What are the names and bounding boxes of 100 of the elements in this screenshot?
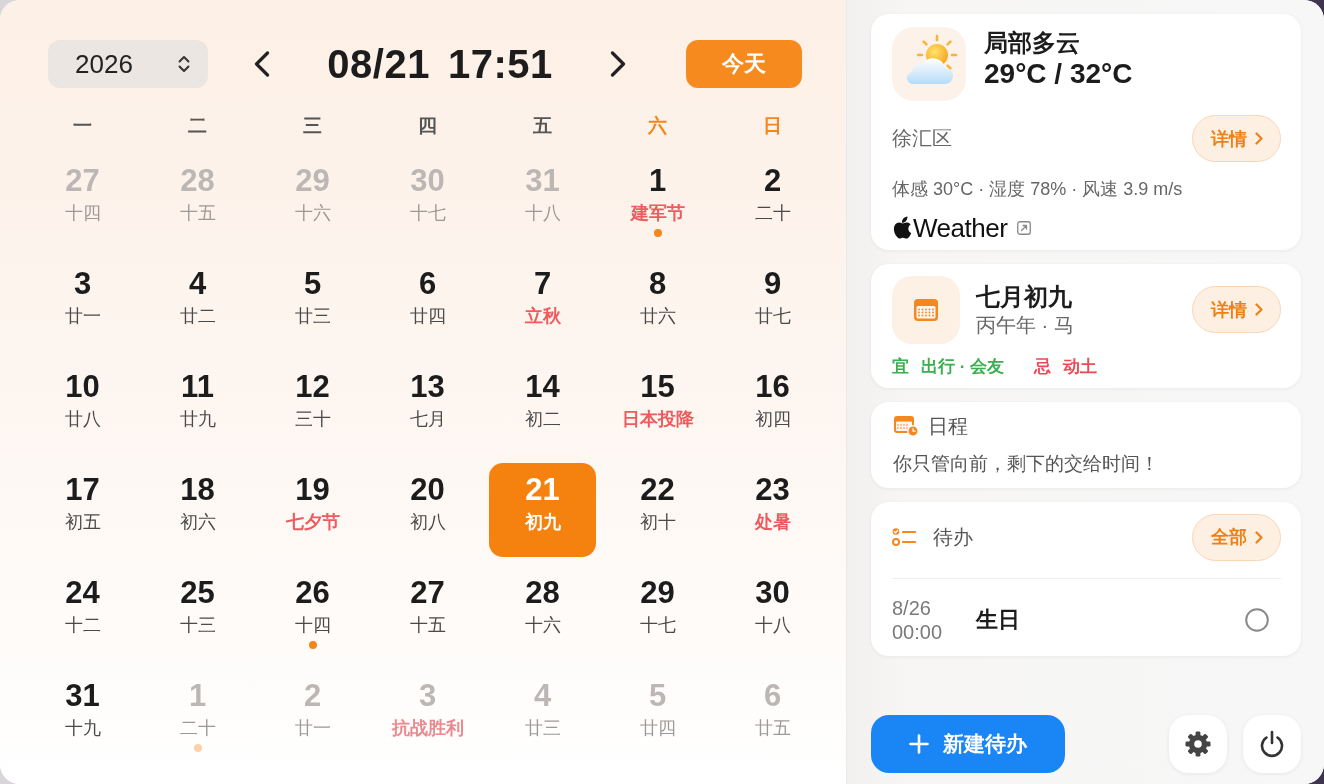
- day-cell[interactable]: 3 廿一: [29, 257, 136, 351]
- lunar-date: 十四: [294, 614, 331, 636]
- day-number: 1: [188, 679, 207, 713]
- new-todo-button[interactable]: 新建待办: [871, 715, 1065, 773]
- lunar-date: 十五: [179, 202, 216, 224]
- lunar-date-title: 七月初九: [976, 282, 1073, 312]
- weather-condition: 局部多云: [984, 28, 1081, 58]
- lunar-date: 廿七: [754, 305, 791, 327]
- lunar-date: 初六: [179, 511, 216, 533]
- day-cell[interactable]: 15 日本投降: [604, 360, 711, 454]
- current-date: 08/21: [327, 41, 430, 87]
- day-cell[interactable]: 31 十九: [29, 669, 136, 763]
- day-number: 23: [755, 473, 790, 507]
- weather-source-link[interactable]: Weather: [913, 212, 1008, 244]
- day-number: 30: [755, 576, 790, 610]
- lunar-year: 丙午年 · 马: [976, 313, 1075, 338]
- lunar-date: 十六: [524, 614, 561, 636]
- day-cell[interactable]: 22 初十: [604, 463, 711, 557]
- day-cell[interactable]: 20 初八: [374, 463, 481, 557]
- schedule-text: 你只管向前，剩下的交给时间！: [893, 452, 1160, 476]
- lunar-date: 初五: [64, 511, 101, 533]
- day-number: 25: [180, 576, 215, 610]
- day-cell[interactable]: 25 十三: [144, 566, 251, 660]
- day-number: 2: [303, 679, 322, 713]
- day-number: 21: [525, 473, 560, 507]
- plus-icon: [909, 734, 929, 754]
- day-cell[interactable]: 5 廿三: [259, 257, 366, 351]
- day-number: 7: [533, 267, 552, 301]
- day-cell[interactable]: 7 立秋: [489, 257, 596, 351]
- weekday-label: 日: [763, 114, 782, 138]
- day-number: 6: [418, 267, 437, 301]
- day-cell[interactable]: 30 十八: [719, 566, 826, 660]
- day-number: 28: [180, 164, 215, 198]
- day-cell[interactable]: 24 十二: [29, 566, 136, 660]
- sun-cloud-icon: [892, 27, 966, 101]
- day-cell[interactable]: 23 处暑: [719, 463, 826, 557]
- day-cell[interactable]: 17 初五: [29, 463, 136, 557]
- bad-label: 忌: [1034, 356, 1052, 378]
- day-cell[interactable]: 13 七月: [374, 360, 481, 454]
- power-button[interactable]: [1243, 715, 1301, 773]
- day-cell[interactable]: 2 二十: [719, 154, 826, 248]
- lunar-date: 廿八: [64, 408, 101, 430]
- lunar-date: 初四: [754, 408, 791, 430]
- apple-icon: [892, 216, 912, 240]
- day-number: 4: [533, 679, 552, 713]
- day-number: 31: [525, 164, 560, 198]
- day-cell[interactable]: 11 廿九: [144, 360, 251, 454]
- day-cell[interactable]: 8 廿六: [604, 257, 711, 351]
- day-cell[interactable]: 14 初二: [489, 360, 596, 454]
- district-label: 徐汇区: [892, 126, 952, 151]
- year-select[interactable]: 2026: [48, 40, 208, 88]
- day-cell[interactable]: 16 初四: [719, 360, 826, 454]
- lunar-date: 十六: [294, 202, 331, 224]
- weekday-label: 一: [73, 114, 92, 138]
- todo-title: 待办: [933, 524, 974, 550]
- lunar-date: 初八: [409, 511, 446, 533]
- day-number: 30: [410, 164, 445, 198]
- lunar-date: 廿六: [639, 305, 676, 327]
- lunar-date: 十九: [64, 717, 101, 739]
- lunar-date: 七夕节: [285, 511, 340, 533]
- lunar-date: 廿五: [754, 717, 791, 739]
- lunar-date: 抗战胜利: [391, 717, 464, 739]
- day-cell[interactable]: 1 建军节: [604, 154, 711, 248]
- day-cell[interactable]: 10 廿八: [29, 360, 136, 454]
- day-cell[interactable]: 27 十五: [374, 566, 481, 660]
- day-cell[interactable]: 9 廿七: [719, 257, 826, 351]
- complete-checkbox[interactable]: [1245, 608, 1269, 632]
- day-cell[interactable]: 26 十四: [259, 566, 366, 660]
- weekday-label: 三: [303, 114, 322, 138]
- bad-activities: 动土: [1063, 356, 1098, 378]
- day-number: 9: [763, 267, 782, 301]
- lunar-date: 初二: [524, 408, 561, 430]
- day-cell[interactable]: 18 初六: [144, 463, 251, 557]
- schedule-title: 日程: [928, 413, 968, 439]
- day-cell[interactable]: 6 廿四: [374, 257, 481, 351]
- settings-button[interactable]: [1169, 715, 1227, 773]
- day-cell[interactable]: 12 三十: [259, 360, 366, 454]
- day-number: 4: [188, 267, 207, 301]
- day-cell[interactable]: 19 七夕节: [259, 463, 366, 557]
- chevron-right-icon: [610, 51, 626, 77]
- day-number: 11: [181, 370, 214, 404]
- chevron-right-icon: [1254, 303, 1263, 316]
- day-cell[interactable]: 29 十七: [604, 566, 711, 660]
- chevron-updown-icon: [178, 55, 190, 73]
- day-number: 22: [640, 473, 675, 507]
- day-number: 28: [525, 576, 560, 610]
- day-cell[interactable]: 28 十六: [489, 566, 596, 660]
- lunar-date: 二十: [754, 202, 791, 224]
- todo-item-title: 生日: [976, 606, 1021, 634]
- day-number: 27: [410, 576, 445, 610]
- external-link-icon[interactable]: [1017, 221, 1032, 235]
- settings-icon: [1185, 731, 1211, 757]
- day-number: 26: [295, 576, 330, 610]
- todo-time: 00:00: [892, 620, 944, 644]
- lunar-date: 十七: [409, 202, 446, 224]
- lunar-date: 廿一: [294, 717, 331, 739]
- day-number: 31: [65, 679, 100, 713]
- day-number: 2: [763, 164, 782, 198]
- lunar-date: 初九: [524, 511, 561, 533]
- day-cell[interactable]: 4 廿二: [144, 257, 251, 351]
